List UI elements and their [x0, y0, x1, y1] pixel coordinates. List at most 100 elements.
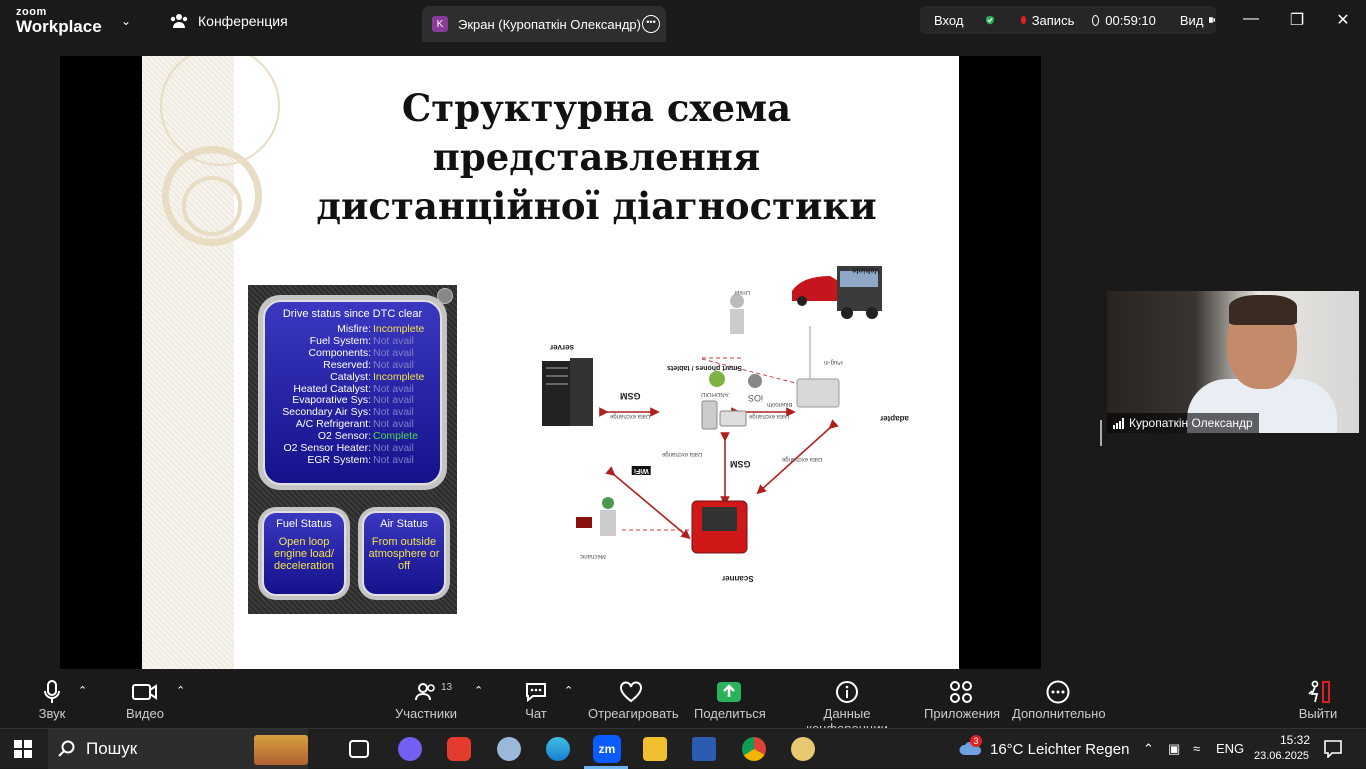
paint-icon[interactable] [791, 737, 815, 761]
app-icon[interactable] [497, 737, 521, 761]
viber-icon[interactable] [398, 737, 422, 761]
participants-label: Участники [394, 706, 458, 721]
clock[interactable]: 15:32 [1264, 733, 1310, 747]
ios-label: iOS [748, 393, 764, 403]
person-hair [1229, 295, 1297, 325]
video-label: Видео [126, 706, 164, 721]
weather-icon[interactable]: 3 [958, 735, 984, 759]
meeting-stage: Структурна схема представлення дистанцій… [0, 44, 1366, 670]
data-exchange-label: Data exchange [749, 413, 790, 419]
zoom-taskbar-icon[interactable]: zm [593, 735, 621, 763]
bluetooth-label: Bluetooth [767, 401, 793, 407]
meeting-timer: 00:59:10 [1105, 12, 1156, 28]
share-button[interactable]: Поделиться [694, 678, 766, 721]
search-icon [58, 740, 75, 757]
show-hidden-icons-icon[interactable]: ⌃ [1143, 741, 1154, 757]
screen-share-tab[interactable]: K Экран (Куропаткін Олександр) ••• [422, 6, 666, 42]
participant-name-tag: Куропаткін Олександр [1107, 413, 1259, 433]
fuel-status-line: deceleration [274, 560, 334, 572]
drive-status-key: Catalyst: [330, 370, 371, 383]
record-label[interactable]: Запись [1032, 13, 1075, 28]
close-icon[interactable]: ✕ [1333, 10, 1353, 30]
chrome-icon[interactable] [742, 737, 766, 761]
participant-video[interactable]: Куропаткін Олександр [1107, 291, 1359, 433]
windows-start-icon[interactable] [14, 740, 32, 758]
audio-options-caret-icon[interactable]: ⌃ [78, 684, 87, 697]
chat-label: Чат [525, 706, 547, 721]
zoom-logo: zoom Workplace [16, 7, 102, 36]
scanner-label: Scanner [722, 574, 754, 583]
search-placeholder: Пошук [86, 739, 138, 758]
drive-status-row: EGR System: Not avail [271, 454, 434, 467]
fuel-status-title: Fuel Status [276, 518, 332, 530]
participant-name: Куропаткін Олександр [1129, 416, 1253, 430]
info-icon [836, 681, 858, 703]
participants-icon [415, 683, 435, 701]
monitor-icon[interactable]: ▣ [1168, 741, 1180, 757]
drive-status-row: Components: Not avail [271, 347, 434, 360]
mechanic-label: Mechanic [580, 553, 606, 559]
more-icon[interactable]: ••• [642, 15, 660, 33]
edge-icon[interactable] [546, 737, 570, 761]
share-screen-icon [717, 682, 741, 702]
taskbar-search[interactable]: Пошук [48, 729, 308, 769]
slide-title: Структурна схема представлення дистанцій… [234, 84, 959, 231]
language-indicator[interactable]: ENG [1216, 741, 1244, 756]
apps-button[interactable]: Приложения [924, 678, 1000, 721]
shield-icon[interactable] [985, 11, 995, 29]
video-button[interactable]: Видео [124, 678, 166, 721]
drive-status-row: Reserved: Not avail [271, 358, 434, 372]
audio-button[interactable]: Звук [36, 678, 68, 721]
meeting-status-group: Вход Запись 00:59:10 Вид [920, 6, 1216, 34]
more-icon [1046, 680, 1070, 704]
meeting-toolbar: Звук ⌃ Видео ⌃ Участники 13 ⌃ Чат ⌃ Отре… [0, 670, 1366, 736]
share-label: Поделиться [694, 706, 766, 721]
view-layout-icon[interactable] [1209, 14, 1216, 26]
data-exchange-label: Data exchange [610, 413, 651, 419]
microphone-icon [44, 680, 60, 703]
participants-caret-icon[interactable]: ⌃ [474, 684, 483, 697]
login-button[interactable]: Вход [934, 13, 963, 28]
chat-caret-icon[interactable]: ⌃ [564, 684, 573, 697]
restore-icon[interactable]: ❐ [1287, 10, 1307, 30]
task-view-icon[interactable] [349, 740, 369, 758]
record-dot-icon [1021, 16, 1026, 24]
wifi-label: WiFi [632, 466, 651, 475]
chevron-down-icon[interactable]: ⌄ [121, 14, 131, 28]
title-line-2: дистанційної діагностики [316, 184, 877, 228]
view-button[interactable]: Вид [1180, 13, 1204, 28]
file-explorer-icon[interactable] [643, 737, 667, 761]
conference-tab[interactable]: Конференция [170, 13, 288, 29]
audio-label: Звук [38, 706, 66, 721]
chat-button[interactable]: Чат [520, 678, 552, 721]
notification-icon[interactable] [1324, 740, 1342, 758]
network-icon[interactable]: ≈ [1193, 741, 1200, 756]
clock-time: 15:32 [1279, 733, 1310, 747]
weather-text[interactable]: 16°C Leichter Regen [990, 741, 1129, 758]
android-label: ANDROID [701, 391, 729, 397]
drive-status-key: Reserved: [323, 358, 371, 371]
fuel-status-line: engine load/ [274, 548, 334, 560]
gsm-label: GSM [620, 391, 641, 401]
react-button[interactable]: Отреагировать [588, 678, 679, 721]
wps-office-icon[interactable] [447, 737, 471, 761]
video-options-caret-icon[interactable]: ⌃ [176, 684, 185, 697]
drive-status-box: Drive status since DTC clear Misfire: Inc… [258, 295, 447, 490]
title-line-1: Структурна схема представлення [401, 86, 792, 179]
word-icon[interactable] [692, 737, 716, 761]
screen-tab-label: Экран (Куропаткін Олександр) [458, 16, 641, 32]
diagram-arrows [542, 266, 882, 554]
more-button[interactable]: Дополнительно [1012, 678, 1106, 721]
title-bar: zoom Workplace ⌄ Конференция K Экран (Ку… [0, 0, 1366, 44]
drive-status-value: Not avail [373, 358, 414, 371]
video-resize-handle[interactable] [1100, 420, 1102, 446]
air-status-line: From outside [371, 536, 437, 548]
clock-date[interactable]: 23.06.2025 [1254, 750, 1309, 762]
gsm-label: GSM [730, 459, 751, 469]
drive-status-rows: Misfire: Incomplete Fuel System: Not avail C… [271, 323, 434, 467]
signal-icon [1113, 417, 1124, 429]
fuel-status-line: Open loop [278, 536, 330, 548]
data-exchange-label: Data exchange [662, 451, 703, 457]
minimize-icon[interactable]: — [1241, 10, 1261, 28]
leave-button[interactable]: Выйти [1298, 678, 1338, 721]
